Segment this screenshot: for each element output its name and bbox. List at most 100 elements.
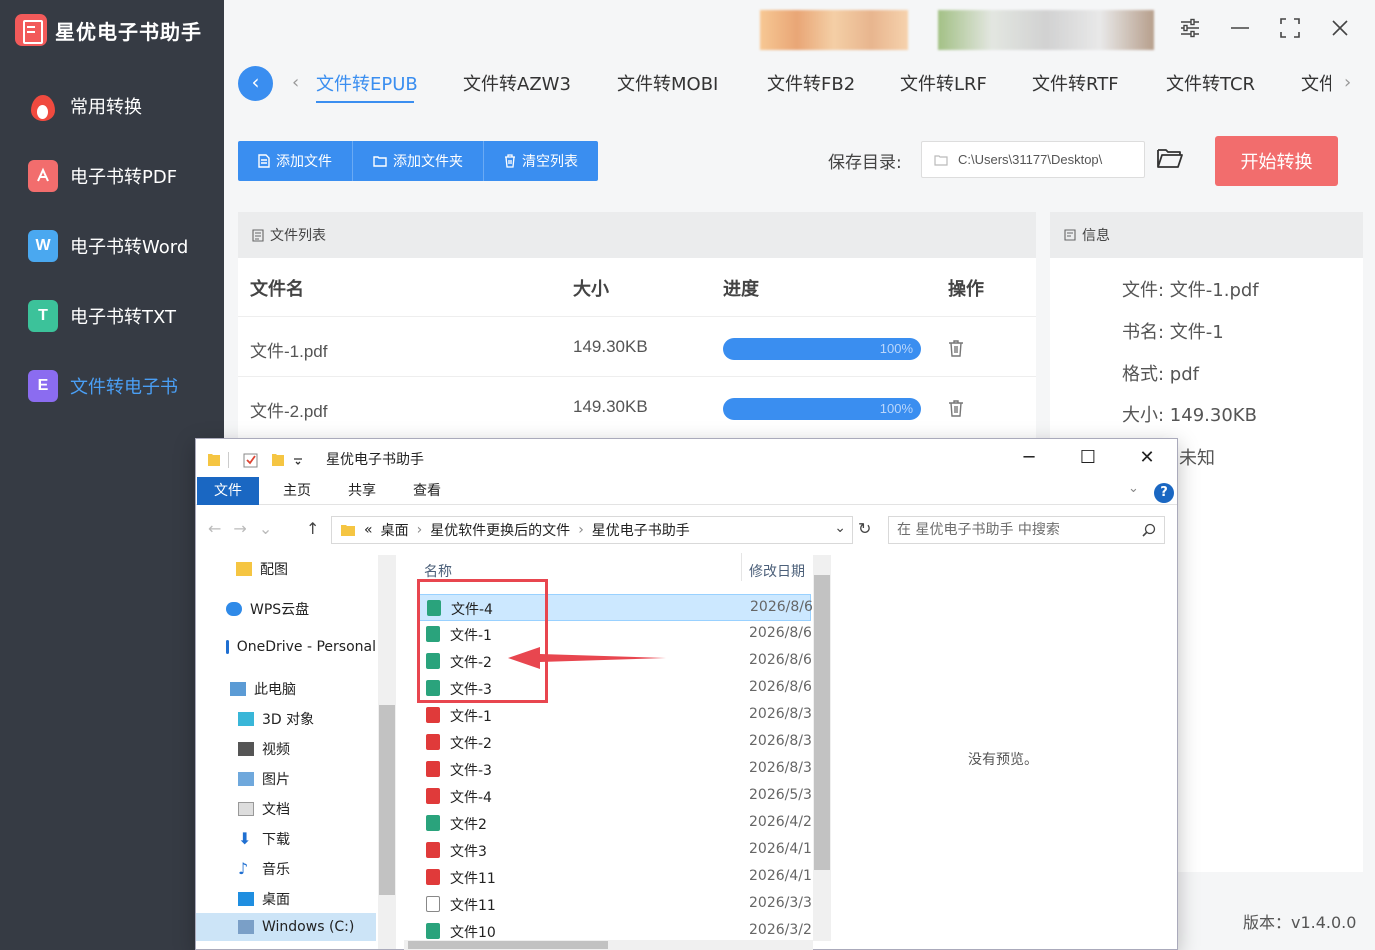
- breadcrumb-item[interactable]: 星优电子书助手: [592, 520, 690, 540]
- tab-mobi[interactable]: 文件转MOBI: [617, 70, 718, 96]
- sidebar-item-pdf[interactable]: 电子书转PDF: [28, 156, 218, 196]
- tree-item-peitu[interactable]: 配图: [236, 559, 288, 579]
- file-date: 2026/8/3: [749, 760, 811, 776]
- maximize-icon[interactable]: [1276, 16, 1304, 44]
- file-name: 文件-3: [450, 763, 492, 779]
- list-item[interactable]: 文件-4 2026/5/3: [418, 783, 811, 810]
- quick-access-toolbar-icon[interactable]: [206, 451, 306, 469]
- file-scrollbar[interactable]: [813, 555, 831, 941]
- flame-icon: [28, 89, 58, 123]
- onedrive-icon: [226, 640, 229, 654]
- list-item[interactable]: 文件-2 2026/8/3: [418, 729, 811, 756]
- minimize-icon[interactable]: [1226, 16, 1254, 44]
- breadcrumb-item[interactable]: 星优软件更换后的文件: [430, 520, 570, 540]
- tab-fb2[interactable]: 文件转FB2: [767, 70, 855, 96]
- tab-tcr[interactable]: 文件转TCR: [1166, 70, 1255, 96]
- tree-item-this-pc[interactable]: 此电脑: [230, 679, 296, 699]
- sidebar-item-label: 文件转电子书: [70, 377, 178, 398]
- column-name[interactable]: 名称: [424, 561, 452, 581]
- tree-item-c-drive[interactable]: Windows (C:): [238, 919, 354, 935]
- start-convert-button[interactable]: 开始转换: [1215, 136, 1338, 186]
- tree-item-desktop[interactable]: 桌面: [238, 889, 290, 909]
- tree-item-wps[interactable]: WPS云盘: [226, 599, 309, 619]
- settings-icon[interactable]: [1176, 16, 1204, 44]
- info-format: 格式: pdf: [1122, 364, 1199, 385]
- ribbon-tab-home[interactable]: 主页: [266, 477, 328, 505]
- delete-icon[interactable]: [948, 339, 964, 357]
- tab-scroll-right-icon[interactable]: ›: [1344, 72, 1351, 93]
- tab-azw3[interactable]: 文件转AZW3: [463, 70, 571, 96]
- tab-epub[interactable]: 文件转EPUB: [316, 70, 418, 96]
- tab-rtf[interactable]: 文件转RTF: [1032, 70, 1119, 96]
- ribbon-tab-view[interactable]: 查看: [396, 477, 458, 505]
- tree-label: Windows (C:): [262, 919, 355, 935]
- sidebar-item-word[interactable]: W 电子书转Word: [28, 226, 218, 266]
- tree-item-documents[interactable]: 文档: [238, 799, 290, 819]
- folder-icon: [341, 525, 355, 536]
- address-dropdown-icon[interactable]: ⌄: [834, 520, 846, 536]
- refresh-icon[interactable]: ↻: [858, 519, 871, 538]
- list-item[interactable]: 文件-3 2026/8/3: [418, 756, 811, 783]
- tree-label: 配图: [260, 562, 288, 578]
- tree-item-onedrive[interactable]: OneDrive - Personal: [226, 639, 376, 655]
- tree-scroll-thumb[interactable]: [379, 705, 395, 895]
- add-folder-button[interactable]: 添加文件夹: [353, 141, 484, 181]
- sidebar-item-common[interactable]: 常用转换: [28, 86, 218, 126]
- expand-ribbon-icon[interactable]: ⌄: [1128, 481, 1139, 496]
- add-file-button[interactable]: 添加文件: [238, 141, 353, 181]
- file-icon: [258, 154, 270, 168]
- breadcrumb-item[interactable]: 桌面: [381, 520, 409, 540]
- sidebar-item-label: 电子书转TXT: [70, 307, 177, 328]
- list-item[interactable]: 文件2 2026/4/2: [418, 810, 811, 837]
- list-item[interactable]: 文件-1 2026/8/3: [418, 702, 811, 729]
- address-bar[interactable]: « 桌面 › 星优软件更换后的文件 › 星优电子书助手 ⌄: [331, 516, 853, 544]
- cloud-icon: [226, 602, 242, 616]
- tree-item-3d[interactable]: 3D 对象: [238, 709, 314, 729]
- folder-icon: [934, 154, 948, 166]
- row-size: 149.30KB: [573, 397, 648, 416]
- breadcrumb-overflow[interactable]: «: [364, 522, 373, 538]
- app-title: 星优电子书助手: [55, 19, 202, 44]
- file-hscroll-thumb[interactable]: [408, 941, 608, 949]
- tab-scroll-left-icon[interactable]: ‹: [292, 72, 299, 93]
- breadcrumb-separator: ›: [578, 522, 584, 538]
- close-icon[interactable]: [1326, 16, 1354, 44]
- dialog-maximize-icon[interactable]: ☐: [1073, 445, 1103, 471]
- nav-back-forward-icon[interactable]: ←→⌄: [208, 519, 284, 538]
- add-file-label: 添加文件: [276, 154, 332, 170]
- dialog-minimize-icon[interactable]: ─: [1014, 445, 1044, 471]
- file-hscrollbar[interactable]: [404, 940, 813, 950]
- save-path-field[interactable]: C:\Users\31177\Desktop\: [921, 141, 1145, 178]
- browse-folder-icon[interactable]: [1156, 146, 1186, 174]
- list-item[interactable]: 文件11 2026/3/3: [418, 891, 811, 918]
- sidebar-item-to-ebook[interactable]: E 文件转电子书: [28, 366, 218, 406]
- file-date: 2026/8/6: [749, 679, 811, 695]
- ribbon-tab-file[interactable]: 文件: [197, 477, 259, 505]
- pdf-icon: [28, 160, 58, 192]
- file-scroll-thumb[interactable]: [814, 575, 830, 870]
- ribbon-tab-share[interactable]: 共享: [331, 477, 393, 505]
- dialog-close-icon[interactable]: ✕: [1132, 445, 1162, 471]
- delete-icon[interactable]: [948, 399, 964, 417]
- column-modified[interactable]: 修改日期: [749, 561, 805, 581]
- info-header: 信息: [1050, 212, 1363, 258]
- search-icon[interactable]: [1142, 523, 1156, 537]
- tree-item-music[interactable]: ♪ 音乐: [238, 859, 290, 879]
- desktop-icon: [238, 892, 254, 906]
- sidebar-item-txt[interactable]: T 电子书转TXT: [28, 296, 218, 336]
- tab-lrf[interactable]: 文件转LRF: [900, 70, 987, 96]
- tree-scrollbar[interactable]: [378, 555, 396, 949]
- clear-list-button[interactable]: 清空列表: [484, 141, 598, 181]
- nav-up-icon[interactable]: ↑: [306, 519, 319, 538]
- list-item[interactable]: 文件3 2026/4/1: [418, 837, 811, 864]
- file-date: 2026/4/2: [749, 814, 811, 830]
- tab-more[interactable]: 文件: [1301, 70, 1331, 96]
- back-button[interactable]: ‹: [238, 66, 273, 101]
- tree-item-videos[interactable]: 视频: [238, 739, 290, 759]
- search-input[interactable]: 在 星优电子书助手 中搜索: [888, 516, 1165, 544]
- help-icon[interactable]: ?: [1154, 483, 1174, 503]
- tree-item-downloads[interactable]: ⬇ 下载: [238, 829, 290, 849]
- list-item[interactable]: 文件11 2026/4/1: [418, 864, 811, 891]
- tree-item-pictures[interactable]: 图片: [238, 769, 290, 789]
- column-action: 操作: [948, 279, 984, 300]
